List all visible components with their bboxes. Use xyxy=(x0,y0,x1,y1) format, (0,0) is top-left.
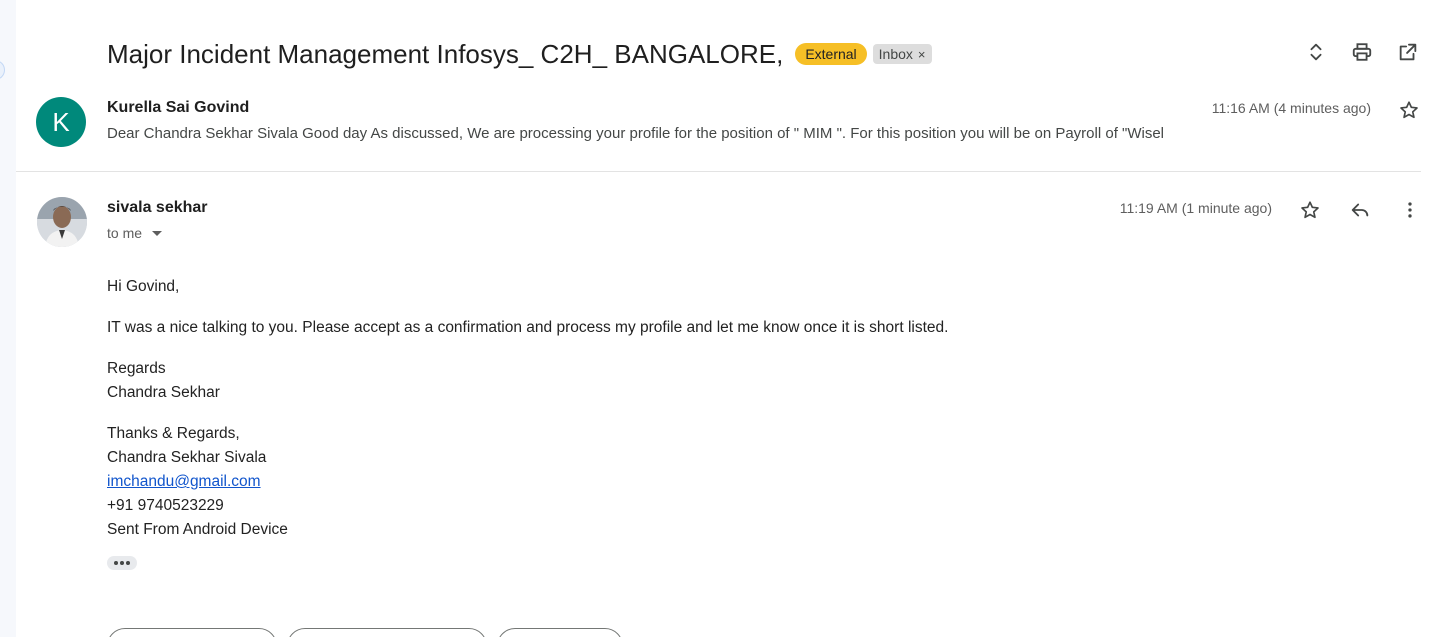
inbox-label-text: Inbox xyxy=(878,46,913,62)
signature-device: Sent From Android Device xyxy=(107,521,288,538)
signature-name: Chandra Sekhar Sivala xyxy=(107,449,267,466)
dot xyxy=(126,561,130,565)
navigate-up-down-icon[interactable] xyxy=(1304,40,1328,64)
print-icon[interactable] xyxy=(1350,40,1374,64)
message-actions xyxy=(1298,198,1422,222)
thread-subject: Major Incident Management Infosys_ C2H_ … xyxy=(107,38,784,69)
sender-name[interactable]: sivala sekhar xyxy=(107,199,208,217)
email-thread-view: Major Incident Management Infosys_ C2H_ … xyxy=(0,0,1432,637)
message-timestamp: 11:19 AM (1 minute ago) xyxy=(1119,200,1272,216)
reply-icon[interactable] xyxy=(1348,198,1372,222)
recipient-details-toggle[interactable]: to me xyxy=(107,225,163,241)
dot xyxy=(120,561,124,565)
message-snippet: Dear Chandra Sekhar Sivala Good day As d… xyxy=(107,125,1165,142)
subject-row: Major Incident Management Infosys_ C2H_ … xyxy=(107,36,932,72)
open-in-new-window-icon[interactable] xyxy=(1396,40,1420,64)
signature-phone: +91 9740523229 xyxy=(107,497,224,514)
left-rail xyxy=(0,0,16,637)
message-timestamp: 11:16 AM (4 minutes ago) xyxy=(1211,100,1371,116)
regards-name: Chandra Sekhar xyxy=(107,384,220,401)
collapsed-message[interactable]: K Kurella Sai Govind Dear Chandra Sekhar… xyxy=(16,88,1421,172)
star-icon[interactable] xyxy=(1397,98,1421,122)
chevron-down-icon xyxy=(152,230,163,236)
thread-toolbar xyxy=(1304,40,1420,64)
show-trimmed-content-button[interactable] xyxy=(107,556,137,570)
avatar[interactable]: K xyxy=(36,97,86,147)
signature-closing: Thanks & Regards, xyxy=(107,425,240,442)
body-greeting: Hi Govind, xyxy=(107,278,180,295)
recipient-label: to me xyxy=(107,225,143,241)
message-body: Hi Govind, IT was a nice talking to you.… xyxy=(107,275,948,559)
external-label[interactable]: External xyxy=(795,43,867,65)
regards-line: Regards xyxy=(107,360,166,377)
remove-label-icon[interactable]: × xyxy=(918,47,926,62)
reply-button[interactable] xyxy=(107,628,277,637)
star-icon[interactable] xyxy=(1298,198,1322,222)
avatar[interactable] xyxy=(37,197,87,247)
body-paragraph: IT was a nice talking to you. Please acc… xyxy=(107,319,949,336)
regards-block: Regards Chandra Sekhar xyxy=(107,357,948,405)
signature-email-link[interactable]: imchandu@gmail.com xyxy=(107,470,948,494)
forward-button[interactable] xyxy=(497,628,623,637)
reply-all-button[interactable] xyxy=(287,628,487,637)
sender-name[interactable]: Kurella Sai Govind xyxy=(107,99,249,117)
rail-tab-indicator[interactable] xyxy=(0,60,5,80)
inbox-label[interactable]: Inbox × xyxy=(872,44,932,64)
reply-actions-row xyxy=(107,628,623,637)
dot xyxy=(114,561,118,565)
signature-block: Thanks & Regards, Chandra Sekhar Sivala … xyxy=(107,422,948,542)
more-options-icon[interactable] xyxy=(1398,198,1422,222)
